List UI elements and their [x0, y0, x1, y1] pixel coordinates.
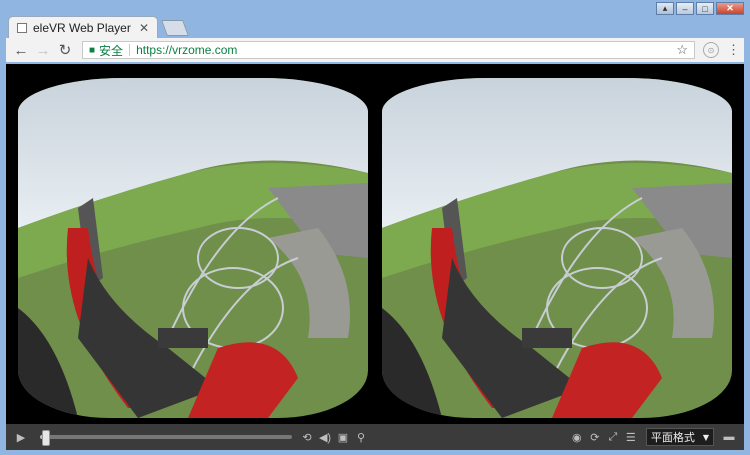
lock-icon: ■	[89, 44, 96, 56]
divider	[129, 44, 131, 56]
folder-icon[interactable]: ▬	[720, 428, 738, 446]
user-icon[interactable]: ▴	[656, 2, 674, 15]
close-button[interactable]: ✕	[716, 2, 744, 15]
maximize-button[interactable]: □	[696, 2, 714, 15]
zoom-icon[interactable]: ⚲	[352, 428, 370, 446]
format-label: 平面格式	[650, 431, 695, 444]
browser-toolbar: ← → ↻ ■ 安全 https://vrzome.com ☆ ⊙ ⋮	[6, 38, 744, 62]
forward-icon[interactable]: →	[32, 39, 54, 61]
play-icon[interactable]: ▶	[12, 428, 30, 446]
right-eye-view[interactable]	[382, 78, 732, 418]
fullscreen-icon[interactable]: ⤢	[604, 428, 622, 446]
window-controls: ▴ ‒ □ ✕	[656, 2, 744, 15]
volume-icon[interactable]: ◀)	[316, 428, 334, 446]
menu-icon[interactable]: ⋮	[727, 42, 740, 58]
bookmark-star-icon[interactable]: ☆	[676, 42, 688, 58]
seek-bar[interactable]	[40, 430, 292, 446]
recenter-icon[interactable]: ⟳	[586, 428, 604, 446]
back-icon[interactable]: ←	[10, 39, 32, 61]
loop-icon[interactable]: ⟲	[298, 428, 316, 446]
tab-close-icon[interactable]: ✕	[139, 21, 149, 35]
extension-icon[interactable]: ⊙	[703, 42, 719, 58]
left-eye-view[interactable]	[18, 78, 368, 418]
address-bar[interactable]: ■ 安全 https://vrzome.com ☆	[82, 41, 695, 59]
new-tab-button[interactable]	[161, 20, 189, 36]
vr-viewport[interactable]	[6, 64, 744, 424]
tab-active[interactable]: eleVR Web Player ✕	[8, 16, 158, 38]
tab-title: eleVR Web Player	[33, 20, 131, 35]
projection-icon[interactable]: ☰	[622, 428, 640, 446]
vr-mode-icon[interactable]: ▣	[334, 428, 352, 446]
minimize-button[interactable]: ‒	[676, 2, 694, 15]
format-select[interactable]: 平面格式 ▼	[645, 428, 714, 446]
security-label: 安全	[99, 43, 124, 58]
url-text[interactable]: https://vrzome.com	[136, 43, 676, 57]
page-icon	[17, 22, 27, 33]
chevron-down-icon: ▼	[702, 432, 709, 442]
player-control-bar: ▶ ⟲ ◀) ▣ ⚲ ◉ ⟳ ⤢ ☰ 平面格式 ▼ ▬	[6, 424, 744, 450]
tab-strip: eleVR Web Player ✕	[8, 14, 189, 38]
reload-icon[interactable]: ↻	[54, 39, 76, 61]
browser-window: ▴ ‒ □ ✕ eleVR Web Player ✕ ← → ↻ ■ 安全 ht…	[0, 0, 750, 455]
seek-handle[interactable]	[42, 430, 51, 446]
gyro-icon[interactable]: ◉	[568, 428, 586, 446]
